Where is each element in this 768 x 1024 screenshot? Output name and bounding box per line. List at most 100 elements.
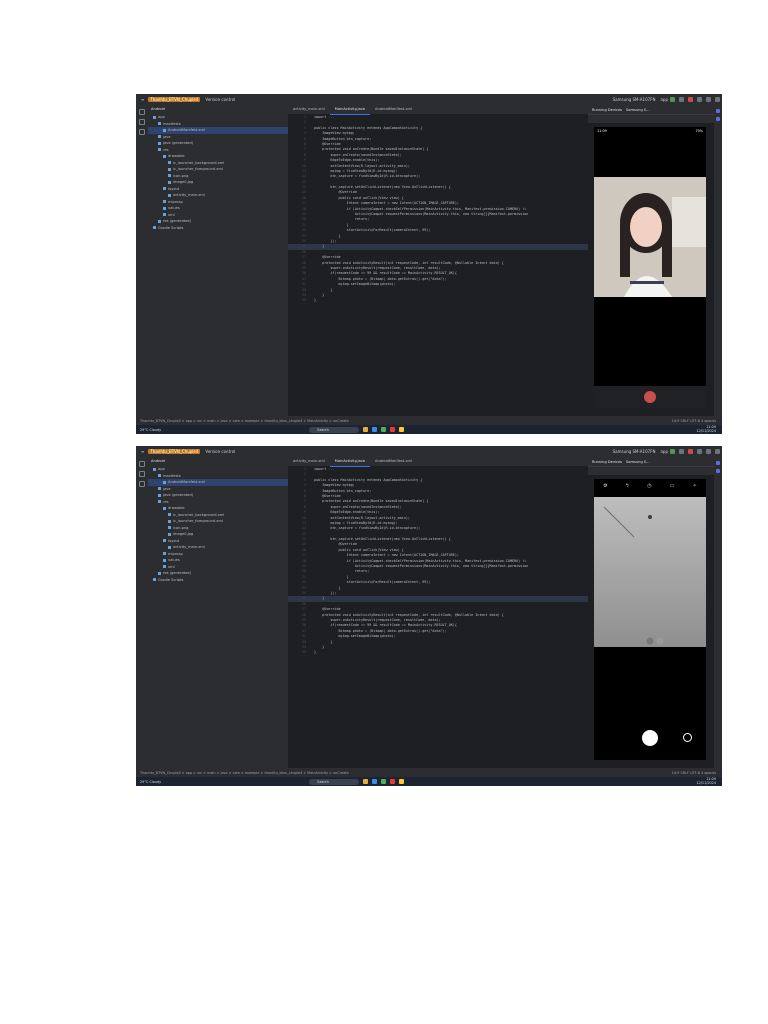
taskbar-clock[interactable]: 11:09 12/11/2024 <box>696 777 716 785</box>
file-icon <box>163 187 166 190</box>
tree-item-label: values <box>168 206 180 210</box>
flash-icon[interactable]: ϟ <box>626 483 629 489</box>
code-editor[interactable]: activity_main.xml MainActivity.java Andr… <box>288 105 588 416</box>
device-manager-icon[interactable] <box>716 469 720 473</box>
code-text: return; <box>314 217 370 222</box>
tree-item-label: res (generated) <box>163 571 191 575</box>
right-tool-strip <box>714 105 722 416</box>
tree-item[interactable]: Gradle Scripts <box>148 225 288 232</box>
vcs-menu[interactable]: Version control <box>205 97 235 102</box>
app-icon[interactable] <box>390 779 396 784</box>
tab-activity-main[interactable]: activity_main.xml <box>288 457 330 466</box>
app-icon[interactable] <box>390 427 396 432</box>
notifications-icon[interactable] <box>716 109 720 113</box>
tab-activity-main[interactable]: activity_main.xml <box>288 105 330 114</box>
project-name[interactable]: Thanhtu_BTVN_Chuple4 <box>148 97 201 102</box>
close-icon[interactable] <box>715 449 720 454</box>
device-tab[interactable]: Samsung S... <box>626 460 650 464</box>
taskbar-search[interactable]: Search <box>309 426 360 433</box>
code-editor[interactable]: activity_main.xml MainActivity.java Andr… <box>288 457 588 768</box>
menu-icon[interactable]: ≡ <box>141 449 144 454</box>
code-text: if (ActivityCompat.checkSelfPermission(M… <box>314 558 527 563</box>
device-selector[interactable]: Samsung SM-A107FN <box>613 449 656 454</box>
running-devices-label: Running Devices <box>592 459 623 464</box>
weather-widget[interactable]: 29°C Cloudy <box>140 780 161 784</box>
taskbar-clock[interactable]: 11:09 12/11/2024 <box>696 425 716 433</box>
project-view-selector[interactable]: Android <box>148 457 288 466</box>
stop-icon[interactable] <box>688 97 693 102</box>
minimize-icon[interactable] <box>706 97 711 102</box>
menu-icon[interactable]: ≡ <box>141 97 144 102</box>
capture-button[interactable] <box>644 391 656 403</box>
device-selector[interactable]: Samsung SM-A107FN <box>613 97 656 102</box>
project-tool-icon[interactable] <box>139 461 145 467</box>
code-text: ActivityCompat.requestPermissions(MainAc… <box>314 564 529 569</box>
file-explorer-icon[interactable] <box>363 779 369 784</box>
ratio-icon[interactable]: ▭ <box>670 483 675 489</box>
timer-icon[interactable]: ◷ <box>647 483 651 489</box>
breadcrumb[interactable]: Thanhtu_BTVN_Chuple4 > app > src > main … <box>140 419 349 423</box>
code-area[interactable]: 1 import ... 2 3 public class MainActivity e… <box>288 467 588 768</box>
more-tools-icon[interactable] <box>139 481 145 487</box>
right-tool-strip <box>714 457 722 768</box>
close-icon[interactable] <box>715 97 720 102</box>
weather-widget[interactable]: 29°C Cloudy <box>140 428 161 432</box>
device-manager-icon[interactable] <box>716 117 720 121</box>
file-icon <box>168 174 171 177</box>
chrome-icon[interactable] <box>399 427 405 432</box>
run-config[interactable]: app <box>660 97 668 102</box>
tab-manifest[interactable]: AndroidManifest.xml <box>370 105 417 114</box>
code-area[interactable]: 1 import ... 2 3 public class MainActivity e… <box>288 115 588 416</box>
android-studio-icon[interactable] <box>381 427 387 432</box>
tree-item-label: values <box>168 558 180 562</box>
status-bar: Thanhtu_BTVN_Chuple4 > app > src > main … <box>136 768 722 777</box>
tab-manifest[interactable]: AndroidManifest.xml <box>370 457 417 466</box>
debug-icon[interactable] <box>679 449 684 454</box>
tab-main-activity[interactable]: MainActivity.java <box>329 105 370 115</box>
effects-icon[interactable]: ✧ <box>693 483 697 489</box>
chrome-icon[interactable] <box>399 779 405 784</box>
status-info: 14:9 CRLF UTF-8 4 spaces <box>671 418 716 423</box>
android-studio-icon[interactable] <box>381 779 387 784</box>
project-tool-icon[interactable] <box>139 109 145 115</box>
stop-icon[interactable] <box>688 449 693 454</box>
phone-screen[interactable]: 11:09 70% <box>594 127 706 408</box>
tree-item-label: app <box>158 115 165 119</box>
file-icon <box>158 487 161 490</box>
tree-item-label: java (generated) <box>163 493 194 497</box>
run-icon[interactable] <box>670 449 675 454</box>
commit-tool-icon[interactable] <box>139 119 145 125</box>
vcs-menu[interactable]: Version control <box>205 449 235 454</box>
tree-item[interactable]: Gradle Scripts <box>148 577 288 584</box>
edge-icon[interactable] <box>372 779 378 784</box>
file-explorer-icon[interactable] <box>363 427 369 432</box>
settings-icon[interactable] <box>697 449 702 454</box>
commit-tool-icon[interactable] <box>139 471 145 477</box>
debug-icon[interactable] <box>679 97 684 102</box>
code-text: } <box>314 644 325 649</box>
tree-item-label: xml <box>168 212 175 217</box>
project-name[interactable]: Thanhtu_BTVN_Chuple4 <box>148 449 201 454</box>
code-text: }); <box>314 238 337 243</box>
notifications-icon[interactable] <box>716 461 720 465</box>
taskbar-search[interactable]: Search <box>309 778 360 785</box>
more-tools-icon[interactable] <box>139 129 145 135</box>
breadcrumb[interactable]: Thanhtu_BTVN_Chuple4 > app > src > main … <box>140 771 349 775</box>
minimize-icon[interactable] <box>706 449 711 454</box>
edge-icon[interactable] <box>372 427 378 432</box>
code-text: ImageView myimg; <box>314 131 355 136</box>
code-text: startActivityForResult(cameraIntent, 99)… <box>314 228 431 233</box>
shutter-button[interactable] <box>642 730 658 746</box>
settings-icon[interactable] <box>697 97 702 102</box>
settings-icon[interactable]: ⚙ <box>603 483 607 489</box>
run-icon[interactable] <box>670 97 675 102</box>
tree-item-label: java <box>163 134 171 139</box>
code-text: if(requestCode == 99 && resultCode == Ma… <box>314 623 457 628</box>
run-config[interactable]: app <box>660 449 668 454</box>
tab-main-activity[interactable]: MainActivity.java <box>329 457 370 467</box>
device-tab[interactable]: Samsung S... <box>626 108 650 112</box>
project-view-selector[interactable]: Android <box>148 105 288 114</box>
tree-item-label: image0.jpg <box>173 180 194 184</box>
switch-camera-icon[interactable] <box>683 733 692 742</box>
phone-screen[interactable]: ⚙ ϟ ◷ ▭ ✧ <box>594 479 706 760</box>
